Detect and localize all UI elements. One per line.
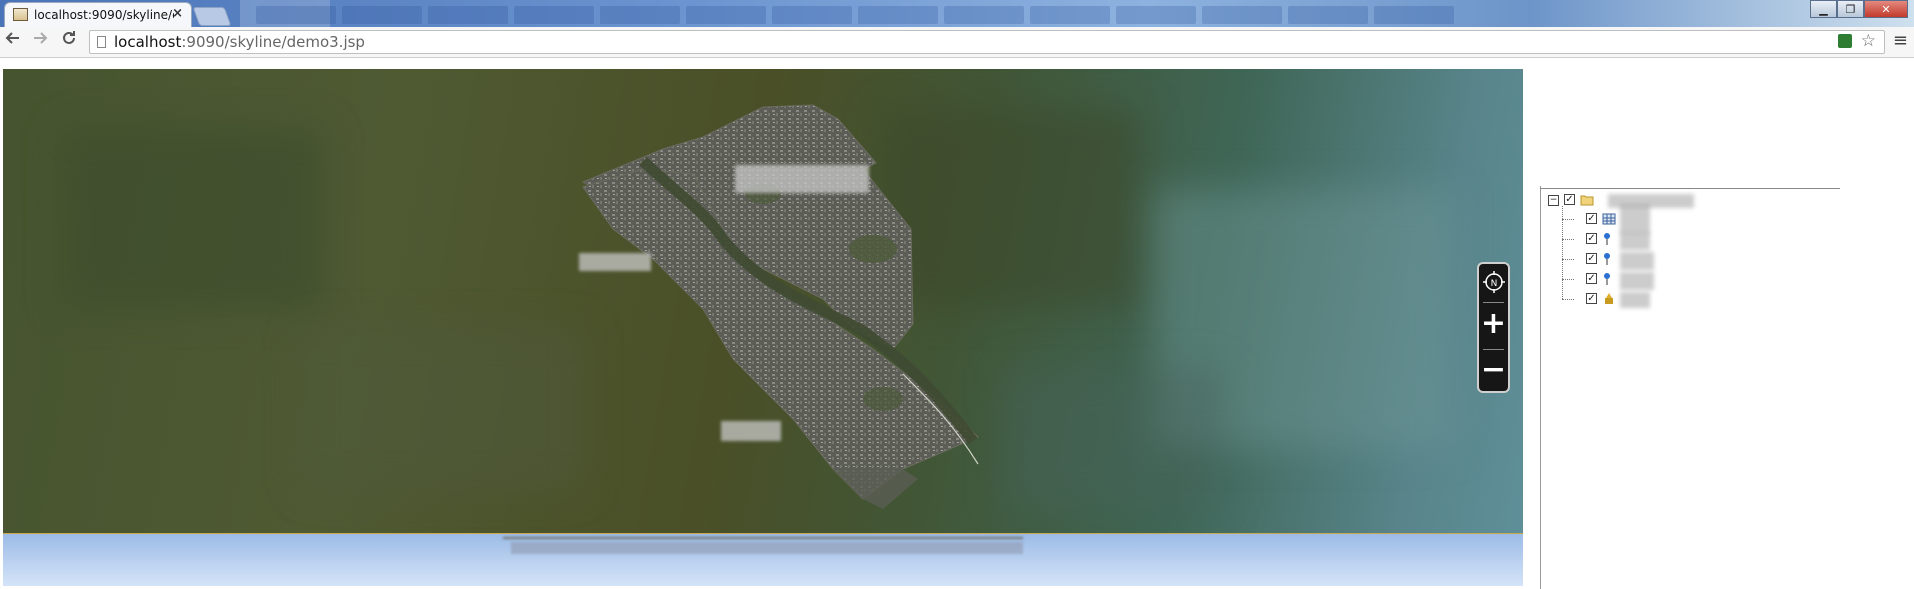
status-text-blurred	[503, 537, 1023, 539]
reload-button[interactable]	[58, 30, 80, 52]
background-tab[interactable]	[772, 6, 852, 24]
background-tab[interactable]	[428, 6, 508, 24]
tree-checkbox[interactable]: ✓	[1586, 253, 1597, 264]
active-tab[interactable]: localhost:9090/skyline/c ×	[4, 2, 192, 27]
background-tab[interactable]	[600, 6, 680, 24]
tree-node[interactable]: ✓	[1568, 232, 1678, 250]
arrow-left-icon	[5, 32, 19, 44]
svg-text:N: N	[1490, 279, 1497, 289]
back-button[interactable]	[2, 30, 24, 52]
window-controls: ▁ ❐ ✕	[1810, 0, 1908, 19]
place-label	[735, 165, 869, 193]
close-window-button[interactable]: ✕	[1864, 0, 1908, 18]
tree-checkbox[interactable]: ✓	[1586, 233, 1597, 244]
reload-icon	[63, 31, 75, 44]
tree-checkbox[interactable]: ✓	[1586, 213, 1597, 224]
tree-checkbox[interactable]: ✓	[1586, 293, 1597, 304]
tree-node-label	[1620, 252, 1654, 270]
tab-title: localhost:9090/skyline/c	[34, 8, 174, 22]
hamburger-menu-icon[interactable]: ≡	[1893, 30, 1908, 51]
tree-node-label	[1620, 272, 1654, 290]
star-icon[interactable]: ☆	[1861, 31, 1876, 51]
background-tab[interactable]	[1288, 6, 1368, 24]
background-tab[interactable]	[256, 6, 336, 24]
folder-icon	[1580, 195, 1594, 206]
extension-icon[interactable]	[1838, 34, 1852, 48]
browser-titlebar: localhost:9090/skyline/c × ▁ ❐ ✕	[0, 0, 1914, 27]
minimize-button[interactable]: ▁	[1810, 0, 1837, 18]
pushpin-icon	[1604, 253, 1610, 265]
background-tab[interactable]	[1202, 6, 1282, 24]
tree-panel-top-border	[1540, 188, 1840, 189]
tree-panel-border	[1540, 186, 1541, 589]
map-favicon-icon	[13, 8, 28, 21]
url-text[interactable]: localhost:9090/skyline/demo3.jsp	[114, 33, 365, 51]
map-3d-view[interactable]: N + −	[3, 69, 1523, 533]
address-bar[interactable]: localhost:9090/skyline/demo3.jsp ☆	[89, 30, 1885, 54]
compass-icon: N	[1482, 271, 1505, 293]
place-label	[721, 421, 781, 441]
forward-button[interactable]	[29, 30, 51, 52]
compass-button[interactable]: N	[1479, 270, 1508, 296]
tree-node-label	[1620, 292, 1650, 308]
model-icon	[1605, 293, 1613, 304]
background-tab[interactable]	[1116, 6, 1196, 24]
status-text-blurred	[511, 542, 1023, 554]
tree-node[interactable]: ✓	[1568, 204, 1678, 234]
background-tab[interactable]	[1030, 6, 1110, 24]
tree-checkbox[interactable]: ✓	[1564, 194, 1575, 205]
background-tab[interactable]	[858, 6, 938, 24]
grid-layer-icon	[1602, 213, 1616, 225]
place-label	[579, 253, 651, 271]
background-tab[interactable]	[1374, 6, 1454, 24]
collapse-toggle-icon[interactable]: −	[1548, 195, 1559, 206]
tree-checkbox[interactable]: ✓	[1586, 273, 1597, 284]
new-tab-button[interactable]	[192, 7, 232, 26]
background-tab[interactable]	[342, 6, 422, 24]
zoom-out-button[interactable]: −	[1479, 352, 1508, 390]
satellite-imagery-overlay	[581, 104, 979, 509]
divider	[1483, 302, 1504, 303]
map-navigation-control: N + −	[1477, 262, 1510, 393]
background-tab[interactable]	[514, 6, 594, 24]
divider	[1483, 349, 1504, 350]
tree-node[interactable]: ✓	[1568, 252, 1678, 270]
pushpin-icon	[1604, 273, 1610, 285]
background-tab[interactable]	[944, 6, 1024, 24]
tree-node-label	[1620, 232, 1650, 250]
tree-node-label	[1620, 204, 1650, 234]
map-status-bar	[3, 533, 1523, 586]
browser-toolbar: localhost:9090/skyline/demo3.jsp ☆ ≡	[0, 27, 1914, 58]
pushpin-icon	[1604, 233, 1610, 245]
tree-node[interactable]: ✓	[1568, 272, 1678, 290]
tab-close-icon[interactable]: ×	[172, 6, 183, 21]
page-icon	[97, 36, 106, 48]
restore-button[interactable]: ❐	[1837, 0, 1864, 18]
arrow-right-icon	[34, 32, 48, 44]
background-tab[interactable]	[686, 6, 766, 24]
zoom-in-button[interactable]: +	[1479, 306, 1508, 344]
tree-node[interactable]: ✓	[1568, 292, 1678, 310]
